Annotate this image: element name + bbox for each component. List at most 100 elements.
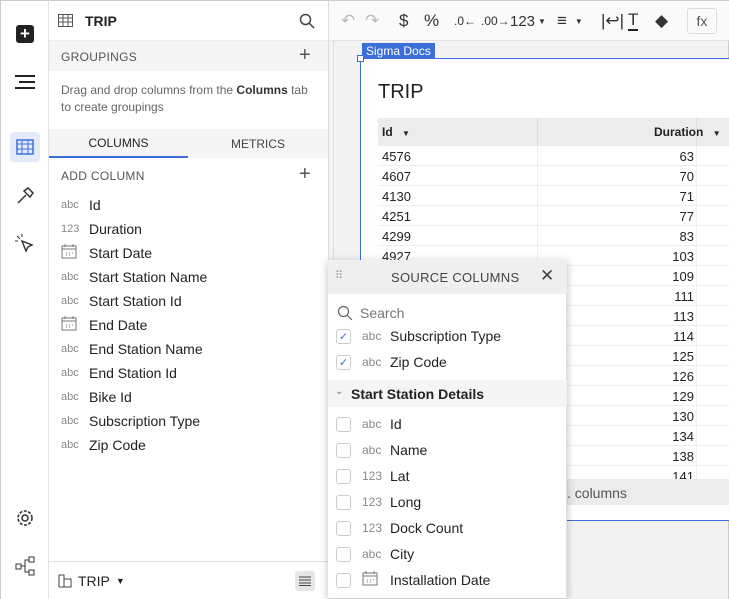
formula-button[interactable]: fx <box>687 8 717 34</box>
table-row[interactable]: 4576 63 <box>378 146 729 166</box>
column-item[interactable]: abc Subscription Type <box>61 409 200 433</box>
lineage-icon[interactable] <box>10 551 40 581</box>
add-column-button[interactable]: + <box>299 163 311 186</box>
column-item[interactable]: 123 Duration <box>61 217 142 241</box>
groupings-label: GROUPINGS <box>61 50 138 64</box>
checkbox[interactable] <box>336 572 351 588</box>
table-icon[interactable] <box>10 132 40 162</box>
column-name: Bike Id <box>89 389 132 405</box>
currency-button[interactable]: $ <box>399 11 408 31</box>
source-column-item[interactable]: abc City <box>336 541 556 567</box>
cell-duration: 63 <box>679 149 694 164</box>
number-format-dropdown[interactable]: 123 ▼ <box>510 11 546 31</box>
cell-duration: 130 <box>672 409 694 424</box>
column-item[interactable]: abc Start Station Id <box>61 289 182 313</box>
table-row[interactable]: 4130 71 <box>378 186 729 206</box>
add-column-label: ADD COLUMN <box>61 169 145 183</box>
percent-button[interactable]: % <box>424 11 439 31</box>
redo-icon[interactable]: ↷ <box>365 11 379 31</box>
resize-handle[interactable] <box>357 55 364 62</box>
checkbox[interactable] <box>336 546 351 562</box>
chevron-down-icon[interactable]: ▼ <box>116 576 125 586</box>
column-item[interactable]: abc Start Station Name <box>61 265 207 289</box>
checkbox[interactable] <box>336 416 351 432</box>
popup-header: ⠿ SOURCE COLUMNS ✕ <box>328 260 567 294</box>
column-name: End Station Id <box>89 365 177 381</box>
search-input[interactable] <box>360 304 550 322</box>
undo-icon[interactable]: ↶ <box>341 11 355 31</box>
chevron-down-icon[interactable]: ⌄ <box>335 386 343 397</box>
source-column-item[interactable]: abc Name <box>336 437 556 463</box>
header-label: Id <box>382 125 393 139</box>
column-item[interactable]: abc Bike Id <box>61 385 132 409</box>
source-column-item[interactable]: 123 Long <box>336 489 556 515</box>
column-item[interactable]: abc Zip Code <box>61 433 146 457</box>
fill-color-icon[interactable]: ◆ <box>655 11 668 31</box>
panel-header: TRIP <box>49 1 328 41</box>
column-item[interactable]: abc End Station Name <box>61 337 203 361</box>
cell-duration: 71 <box>679 189 694 204</box>
table-row[interactable]: 4251 77 <box>378 206 729 226</box>
tab-columns[interactable]: COLUMNS <box>49 129 188 158</box>
checkbox[interactable] <box>336 520 351 536</box>
format-toolbar: ↶ ↷ $ % .0← .00→ 123 ▼ ≡ ▼ |↩| T ◆ fx <box>329 1 729 41</box>
plus-icon[interactable]: + <box>10 19 40 49</box>
source-column-name: Long <box>390 494 422 510</box>
increase-decimal-icon[interactable]: .00→ <box>481 11 510 31</box>
panel-title: TRIP <box>85 12 117 29</box>
panel-footer: TRIP ▼ <box>49 561 328 599</box>
type-number-icon: 123 <box>362 495 383 509</box>
source-column-name: City <box>390 546 415 562</box>
column-header-id[interactable]: Id ▼ <box>382 125 410 139</box>
decrease-decimal-icon[interactable]: .0← <box>454 11 476 31</box>
hammer-icon[interactable] <box>10 181 40 211</box>
wrap-icon[interactable]: |↩| <box>601 11 624 31</box>
source-column-name: Name <box>390 442 428 458</box>
column-count: . columns <box>567 485 627 501</box>
drag-handle-icon[interactable]: ⠿ <box>335 269 343 282</box>
cell-duration: 129 <box>672 389 694 404</box>
cell-duration: 83 <box>679 229 694 244</box>
source-column-item[interactable]: Installation Date <box>336 567 556 593</box>
cell-id: 4299 <box>382 229 411 244</box>
group-header[interactable]: ⌄ Start Station Details <box>328 380 567 407</box>
left-rail: + <box>0 0 49 599</box>
column-item[interactable]: Start Date <box>61 241 152 265</box>
source-column-item[interactable]: ✓ abc Subscription Type <box>336 323 556 349</box>
source-name[interactable]: TRIP <box>78 573 110 589</box>
column-name: Start Station Id <box>89 293 182 309</box>
menu-icon[interactable] <box>10 67 40 97</box>
list-view-button[interactable] <box>295 571 315 591</box>
gear-icon[interactable] <box>10 503 40 533</box>
search-icon[interactable] <box>299 13 315 29</box>
calendar-icon <box>61 316 85 334</box>
type-text-icon: abc <box>61 343 79 355</box>
checkbox[interactable]: ✓ <box>336 328 351 344</box>
checkbox[interactable] <box>336 442 351 458</box>
type-number-icon: 123 <box>362 521 383 535</box>
source-column-item[interactable]: 123 Dock Count <box>336 515 556 541</box>
checkbox[interactable] <box>336 494 351 510</box>
source-columns-popup: ⠿ SOURCE COLUMNS ✕ ⌄ Start Station Detai… <box>328 260 567 598</box>
close-icon[interactable]: ✕ <box>540 266 554 286</box>
column-item[interactable]: abc Id <box>61 193 101 217</box>
cell-duration: 70 <box>679 169 694 184</box>
checkbox[interactable] <box>336 468 351 484</box>
column-item[interactable]: abc End Station Id <box>61 361 177 385</box>
column-header-duration[interactable]: Duration ▼ <box>654 125 721 139</box>
tabs: COLUMNS METRICS <box>49 129 328 158</box>
table-row[interactable]: 4299 83 <box>378 226 729 246</box>
add-grouping-button[interactable]: + <box>299 44 311 67</box>
pointer-icon[interactable] <box>10 229 40 259</box>
type-text-icon: abc <box>362 355 382 369</box>
checkbox[interactable]: ✓ <box>336 354 351 370</box>
source-column-item[interactable]: 123 Lat <box>336 463 556 489</box>
source-column-item[interactable]: abc Id <box>336 411 556 437</box>
source-column-name: Zip Code <box>390 354 447 370</box>
source-column-item[interactable]: ✓ abc Zip Code <box>336 349 556 375</box>
column-item[interactable]: End Date <box>61 313 147 337</box>
tab-metrics[interactable]: METRICS <box>188 129 328 158</box>
align-icon[interactable]: ≡ ▼ <box>557 11 583 31</box>
table-row[interactable]: 4607 70 <box>378 166 729 186</box>
text-color-icon[interactable]: T <box>628 10 639 31</box>
